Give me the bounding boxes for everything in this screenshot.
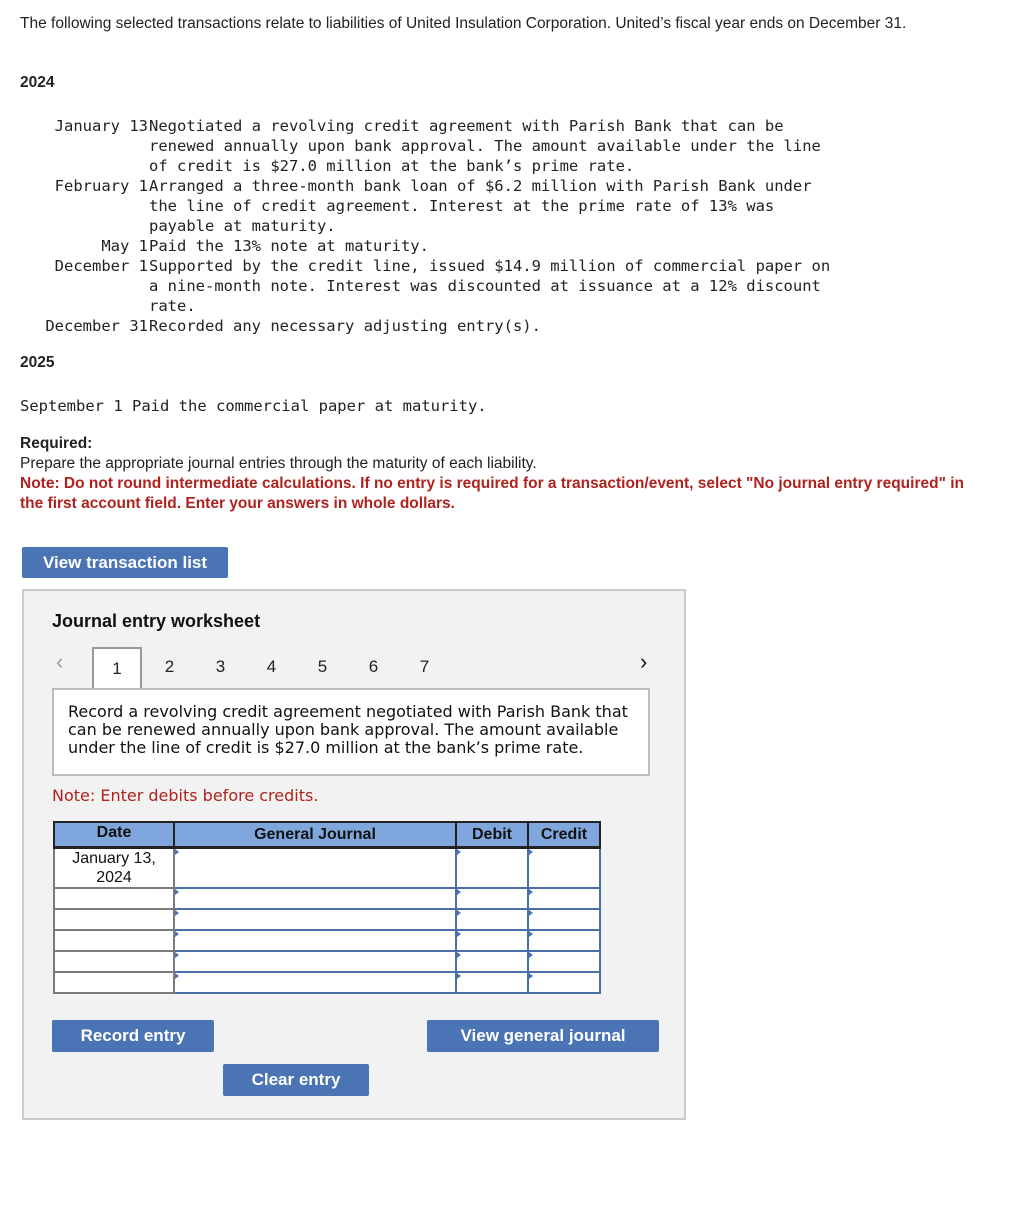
account-field[interactable] (173, 887, 457, 910)
credit-field[interactable] (527, 908, 601, 931)
tab-entry-3[interactable]: 3 (195, 647, 246, 689)
account-field[interactable] (173, 929, 457, 952)
debits-before-credits-note: Note: Enter debits before credits. (52, 786, 319, 805)
table-row (53, 971, 601, 994)
tab-entry-5[interactable]: 5 (297, 647, 348, 689)
credit-field[interactable] (527, 929, 601, 952)
transaction-date: February 1 (54, 177, 148, 195)
transaction-item: January 13 Negotiated a revolving credit… (20, 116, 949, 176)
transaction-item: May 1 Paid the 13% note at maturity. (20, 236, 949, 256)
column-header-credit: Credit (527, 821, 601, 849)
date-cell (53, 971, 175, 994)
worksheet-title: Journal entry worksheet (52, 611, 261, 631)
table-row (53, 929, 601, 952)
transaction-text: Recorded any necessary adjusting entry(s… (149, 317, 541, 335)
transaction-date: May 1 (101, 237, 148, 255)
date-cell: January 13, 2024 (53, 846, 175, 889)
date-cell (53, 950, 175, 973)
account-input[interactable] (175, 930, 455, 950)
transaction-text: Supported by the credit line, issued $14… (149, 257, 831, 315)
debit-input[interactable] (457, 849, 527, 887)
transaction-date: January 13 (54, 117, 148, 135)
required-section: Required: Prepare the appropriate journa… (20, 434, 980, 514)
transaction-item: September 1 Paid the commercial paper at… (20, 396, 932, 416)
entry-description: Record a revolving credit agreement nego… (52, 688, 650, 776)
transaction-date: December 1 (54, 257, 148, 275)
transaction-text: Arranged a three-month bank loan of $6.2… (149, 177, 812, 235)
table-row (53, 887, 601, 910)
transaction-item: February 1 Arranged a three-month bank l… (20, 176, 949, 236)
debit-input[interactable] (457, 930, 527, 950)
journal-table: Date General Journal Debit Credit Januar… (53, 821, 601, 994)
entry-tabs: 1 2 3 4 5 6 7 (92, 647, 450, 689)
debit-field[interactable] (455, 971, 529, 994)
journal-entry-worksheet: Journal entry worksheet ‹ 1 2 3 4 5 6 7 … (22, 589, 686, 1120)
debit-input[interactable] (457, 972, 527, 992)
table-row (53, 950, 601, 973)
transaction-item: December 1 Supported by the credit line,… (20, 256, 949, 316)
table-row (53, 908, 601, 931)
transaction-date: September 1 (20, 397, 123, 415)
account-field[interactable] (173, 908, 457, 931)
transaction-text: Negotiated a revolving credit agreement … (149, 117, 821, 175)
credit-field[interactable] (527, 950, 601, 973)
required-note: Note: Do not round intermediate calculat… (20, 475, 965, 512)
credit-input[interactable] (529, 909, 599, 929)
credit-field[interactable] (527, 846, 601, 889)
account-field[interactable] (173, 971, 457, 994)
account-input[interactable] (175, 888, 455, 908)
credit-field[interactable] (527, 971, 601, 994)
column-header-debit: Debit (455, 821, 529, 849)
table-header-row: Date General Journal Debit Credit (53, 821, 601, 849)
year-heading-2025: 2025 (20, 354, 55, 371)
account-input[interactable] (175, 849, 455, 887)
debit-field[interactable] (455, 929, 529, 952)
credit-field[interactable] (527, 887, 601, 910)
tab-entry-6[interactable]: 6 (348, 647, 399, 689)
transaction-date: December 31 (45, 317, 148, 335)
account-input[interactable] (175, 951, 455, 971)
debit-input[interactable] (457, 951, 527, 971)
transaction-text: Paid the 13% note at maturity. (149, 237, 429, 255)
problem-intro: The following selected transactions rela… (20, 15, 907, 32)
debit-field[interactable] (455, 846, 529, 889)
required-title: Required: (20, 435, 93, 452)
account-input[interactable] (175, 972, 455, 992)
tab-entry-1[interactable]: 1 (92, 647, 142, 689)
date-cell (53, 929, 175, 952)
debit-field[interactable] (455, 887, 529, 910)
debit-input[interactable] (457, 909, 527, 929)
column-header-date: Date (53, 821, 175, 849)
clear-entry-button[interactable]: Clear entry (223, 1064, 369, 1096)
tab-entry-7[interactable]: 7 (399, 647, 450, 689)
date-cell (53, 887, 175, 910)
credit-input[interactable] (529, 888, 599, 908)
transaction-item: December 31 Recorded any necessary adjus… (20, 316, 949, 336)
credit-input[interactable] (529, 849, 599, 887)
record-entry-button[interactable]: Record entry (52, 1020, 214, 1052)
transactions-2025: September 1 Paid the commercial paper at… (20, 396, 932, 416)
debit-input[interactable] (457, 888, 527, 908)
credit-input[interactable] (529, 951, 599, 971)
debit-field[interactable] (455, 950, 529, 973)
date-cell (53, 908, 175, 931)
chevron-right-icon[interactable]: › (640, 649, 647, 675)
year-heading-2024: 2024 (20, 74, 55, 91)
required-text: Prepare the appropriate journal entries … (20, 455, 537, 472)
transactions-2024: January 13 Negotiated a revolving credit… (20, 116, 949, 336)
tab-entry-2[interactable]: 2 (144, 647, 195, 689)
view-general-journal-button[interactable]: View general journal (427, 1020, 659, 1052)
tab-entry-4[interactable]: 4 (246, 647, 297, 689)
column-header-general-journal: General Journal (173, 821, 457, 849)
account-field[interactable] (173, 846, 457, 889)
credit-input[interactable] (529, 930, 599, 950)
debit-field[interactable] (455, 908, 529, 931)
account-input[interactable] (175, 909, 455, 929)
table-row: January 13, 2024 (53, 846, 601, 889)
credit-input[interactable] (529, 972, 599, 992)
account-field[interactable] (173, 950, 457, 973)
view-transaction-list-button[interactable]: View transaction list (22, 547, 228, 578)
transaction-text: Paid the commercial paper at maturity. (132, 397, 487, 415)
chevron-left-icon[interactable]: ‹ (56, 649, 63, 675)
